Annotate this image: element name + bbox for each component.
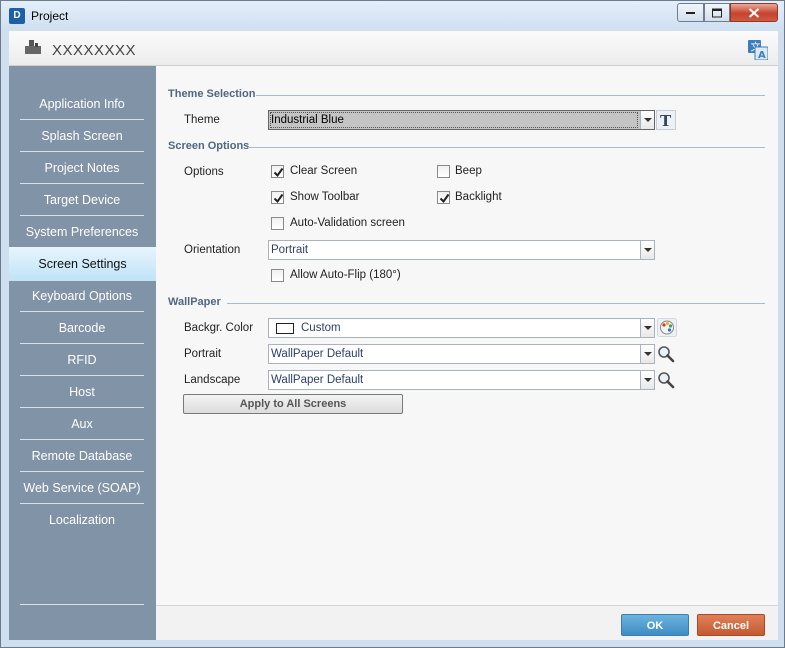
chevron-down-icon — [644, 352, 652, 356]
close-button[interactable] — [730, 3, 778, 22]
background-color-dropdown[interactable]: Custom — [268, 318, 655, 338]
sidebar-item-splash-screen[interactable]: Splash Screen — [20, 120, 144, 152]
portrait-wallpaper-dropdown[interactable]: WallPaper Default — [268, 344, 655, 364]
theme-section-divider — [256, 95, 765, 96]
portrait-search-icon[interactable] — [657, 345, 675, 363]
screen-options-heading: Screen Options — [168, 140, 250, 152]
app-logo-icon: D — [9, 8, 25, 24]
maximize-button[interactable] — [704, 3, 730, 22]
minimize-icon — [685, 11, 695, 14]
beep-checkbox[interactable] — [437, 165, 450, 178]
landscape-search-icon[interactable] — [657, 371, 675, 389]
color-swatch — [276, 323, 294, 334]
theme-value: Industrial Blue — [271, 114, 344, 126]
allow-auto-flip-label[interactable]: Allow Auto-Flip (180°) — [290, 269, 401, 281]
clear-screen-label[interactable]: Clear Screen — [290, 165, 357, 177]
sidebar-item-screen-settings[interactable]: Screen Settings — [9, 247, 156, 281]
orientation-label: Orientation — [184, 244, 241, 256]
landscape-wallpaper-value: WallPaper Default — [271, 374, 364, 386]
ok-button[interactable]: OK — [621, 614, 689, 636]
theme-dropdown-arrow[interactable] — [640, 111, 654, 129]
sidebar-item-web-service[interactable]: Web Service (SOAP) — [20, 472, 144, 504]
project-header: XXXXXXXX 文 A — [9, 31, 778, 66]
sidebar-item-remote-database[interactable]: Remote Database — [20, 440, 144, 472]
checkmark-icon — [273, 167, 284, 178]
chevron-down-icon — [644, 378, 652, 382]
sidebar-item-host[interactable]: Host — [20, 376, 144, 408]
orientation-dropdown-arrow[interactable] — [640, 241, 654, 259]
maximize-icon — [712, 8, 722, 17]
landscape-wallpaper-dropdown[interactable]: WallPaper Default — [268, 370, 655, 390]
window-title: Project — [31, 9, 69, 23]
backlight-checkbox[interactable] — [437, 191, 450, 204]
wallpaper-heading: WallPaper — [168, 296, 221, 308]
backlight-label[interactable]: Backlight — [455, 191, 502, 203]
options-label: Options — [184, 166, 224, 178]
chevron-down-icon — [644, 248, 652, 252]
portrait-label: Portrait — [184, 348, 222, 360]
sidebar-item-barcode[interactable]: Barcode — [20, 312, 144, 344]
theme-label: Theme — [184, 114, 220, 126]
show-toolbar-label[interactable]: Show Toolbar — [290, 191, 359, 203]
settings-sidebar: Application Info Splash Screen Project N… — [9, 66, 156, 640]
sidebar-item-localization[interactable]: Localization — [20, 504, 144, 536]
background-color-label: Backgr. Color — [184, 322, 254, 334]
checkmark-icon — [439, 193, 450, 204]
svg-text:A: A — [758, 50, 766, 60]
sidebar-divider — [20, 604, 144, 605]
sidebar-item-project-notes[interactable]: Project Notes — [20, 152, 144, 184]
wallpaper-divider — [227, 303, 765, 304]
orientation-value: Portrait — [271, 244, 309, 256]
sidebar-item-application-info[interactable]: Application Info — [20, 88, 144, 120]
svg-text:T: T — [660, 112, 672, 130]
portrait-dropdown-arrow[interactable] — [640, 345, 654, 363]
beep-label[interactable]: Beep — [455, 165, 482, 177]
project-name: XXXXXXXX — [52, 42, 137, 59]
sidebar-item-system-preferences[interactable]: System Preferences — [20, 216, 144, 248]
portrait-wallpaper-value: WallPaper Default — [271, 348, 364, 360]
allow-auto-flip-checkbox[interactable] — [271, 269, 284, 282]
show-toolbar-checkbox[interactable] — [271, 191, 284, 204]
close-icon — [748, 7, 760, 18]
background-color-value: Custom — [301, 322, 341, 334]
minimize-button[interactable] — [677, 3, 704, 22]
clear-screen-checkbox[interactable] — [271, 165, 284, 178]
theme-selection-heading: Theme Selection — [168, 88, 256, 100]
sidebar-item-target-device[interactable]: Target Device — [20, 184, 144, 216]
auto-validation-label[interactable]: Auto-Validation screen — [290, 217, 405, 229]
sidebar-item-keyboard-options[interactable]: Keyboard Options — [20, 280, 144, 312]
orientation-dropdown[interactable]: Portrait — [268, 240, 655, 260]
color-palette-icon[interactable] — [657, 318, 677, 337]
font-settings-icon[interactable]: T — [656, 110, 676, 130]
chevron-down-icon — [644, 118, 652, 122]
theme-dropdown[interactable]: Industrial Blue — [268, 110, 655, 130]
apply-to-all-screens-button[interactable]: Apply to All Screens — [183, 394, 403, 414]
landscape-label: Landscape — [184, 374, 241, 386]
sidebar-item-aux[interactable]: Aux — [20, 408, 144, 440]
auto-validation-checkbox[interactable] — [271, 217, 284, 230]
project-device-icon — [25, 40, 41, 54]
background-color-dropdown-arrow[interactable] — [640, 319, 654, 337]
sidebar-item-rfid[interactable]: RFID — [20, 344, 144, 376]
project-window: D Project XXXXXXXX 文 A Application Info … — [0, 0, 785, 648]
screen-options-divider — [248, 147, 765, 148]
cancel-button[interactable]: Cancel — [697, 614, 765, 636]
chevron-down-icon — [644, 326, 652, 330]
landscape-dropdown-arrow[interactable] — [640, 371, 654, 389]
language-translate-icon[interactable]: 文 A — [748, 40, 768, 60]
title-bar: D Project — [1, 1, 784, 31]
checkmark-icon — [273, 193, 284, 204]
